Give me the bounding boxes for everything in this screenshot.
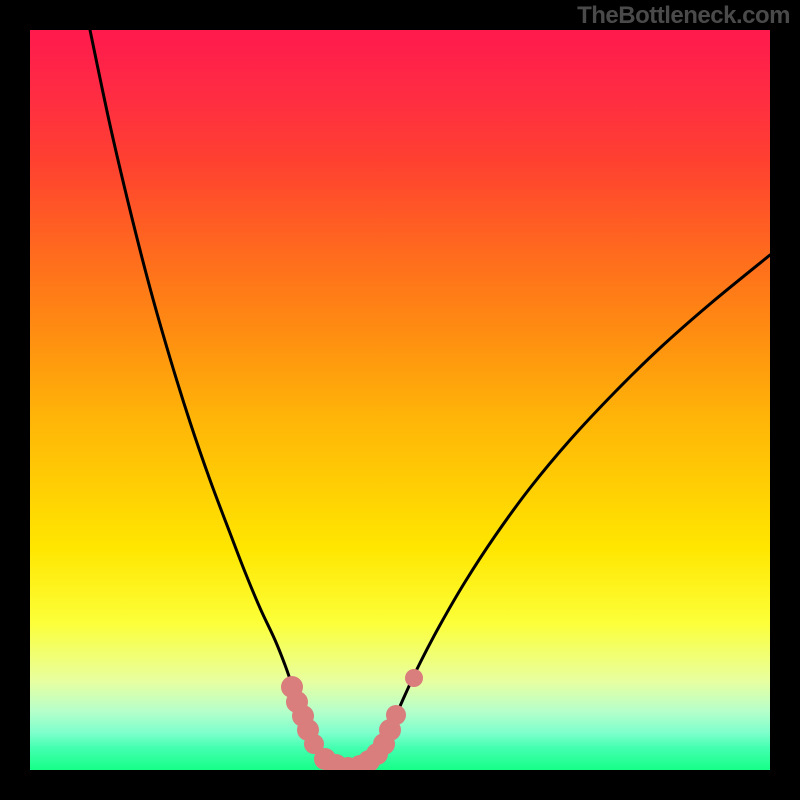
curve-group [90,30,770,768]
chart-svg [30,30,770,770]
data-marker [386,705,406,725]
curve-right-branch [345,255,770,768]
marker-group [281,669,423,770]
curve-left-branch [90,30,345,768]
data-marker [405,669,423,687]
chart-frame: TheBottleneck.com [0,0,800,800]
chart-plot-area [30,30,770,770]
watermark-text: TheBottleneck.com [577,2,790,30]
